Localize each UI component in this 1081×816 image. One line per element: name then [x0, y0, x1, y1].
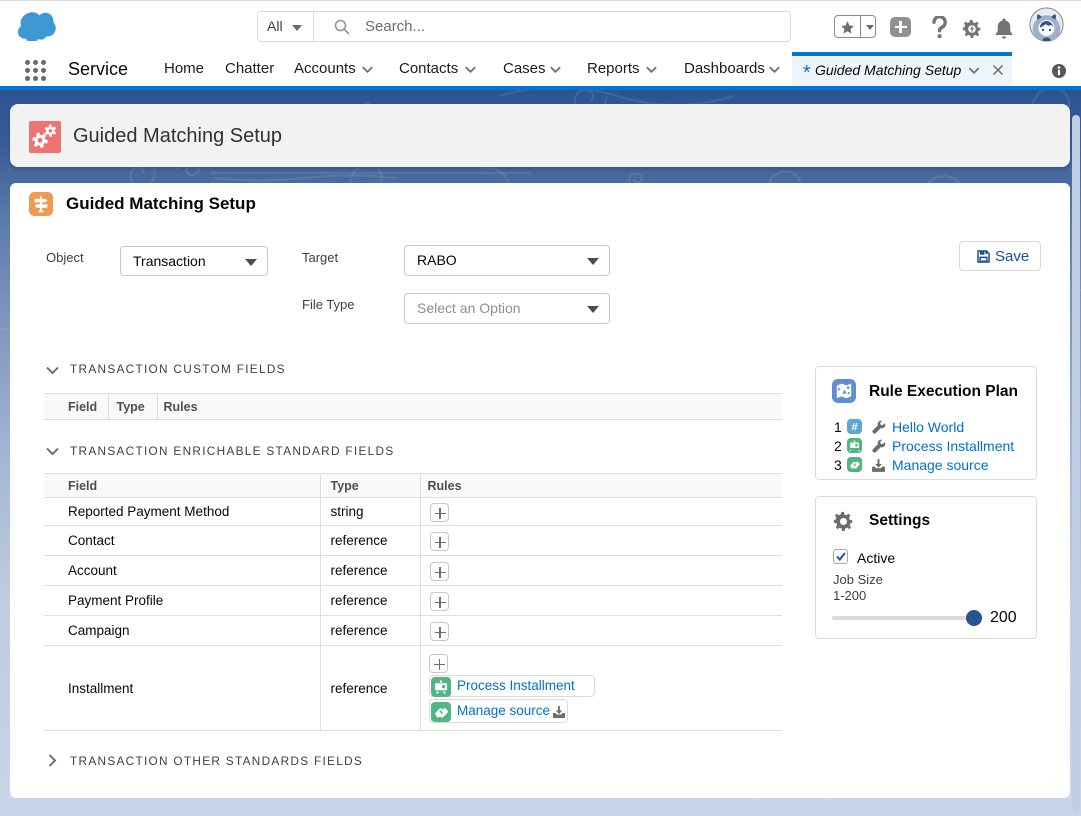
svg-text:#: # [851, 422, 857, 434]
